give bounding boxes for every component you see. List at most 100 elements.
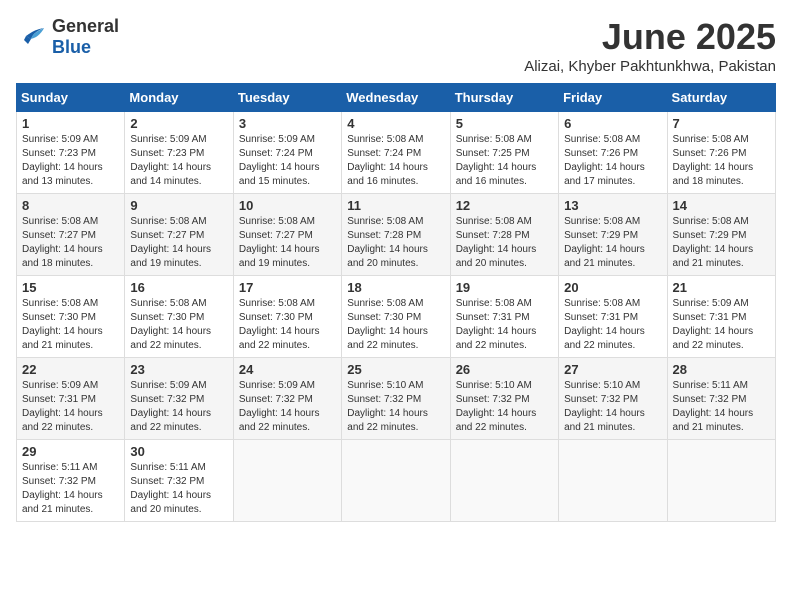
day-cell (233, 440, 341, 522)
week-row-4: 22 Sunrise: 5:09 AM Sunset: 7:31 PM Dayl… (17, 358, 776, 440)
day-info: Sunrise: 5:08 AM Sunset: 7:25 PM Dayligh… (456, 133, 553, 189)
day-number: 28 (673, 362, 770, 377)
day-info: Sunrise: 5:09 AM Sunset: 7:23 PM Dayligh… (130, 133, 227, 189)
day-info: Sunrise: 5:08 AM Sunset: 7:26 PM Dayligh… (673, 133, 770, 189)
col-header-saturday: Saturday (667, 84, 775, 112)
day-number: 14 (673, 198, 770, 213)
day-info: Sunrise: 5:08 AM Sunset: 7:24 PM Dayligh… (347, 133, 444, 189)
day-number: 5 (456, 116, 553, 131)
day-cell: 1 Sunrise: 5:09 AM Sunset: 7:23 PM Dayli… (17, 112, 125, 194)
col-header-thursday: Thursday (450, 84, 558, 112)
day-cell: 28 Sunrise: 5:11 AM Sunset: 7:32 PM Dayl… (667, 358, 775, 440)
day-info: Sunrise: 5:09 AM Sunset: 7:32 PM Dayligh… (130, 379, 227, 435)
day-cell: 12 Sunrise: 5:08 AM Sunset: 7:28 PM Dayl… (450, 194, 558, 276)
col-header-friday: Friday (559, 84, 667, 112)
day-number: 4 (347, 116, 444, 131)
day-cell: 13 Sunrise: 5:08 AM Sunset: 7:29 PM Dayl… (559, 194, 667, 276)
week-row-5: 29 Sunrise: 5:11 AM Sunset: 7:32 PM Dayl… (17, 440, 776, 522)
day-info: Sunrise: 5:08 AM Sunset: 7:29 PM Dayligh… (564, 215, 661, 271)
day-info: Sunrise: 5:08 AM Sunset: 7:27 PM Dayligh… (130, 215, 227, 271)
calendar-table: SundayMondayTuesdayWednesdayThursdayFrid… (16, 83, 776, 522)
logo-text: General Blue (52, 16, 119, 58)
col-header-wednesday: Wednesday (342, 84, 450, 112)
day-cell: 20 Sunrise: 5:08 AM Sunset: 7:31 PM Dayl… (559, 276, 667, 358)
day-number: 26 (456, 362, 553, 377)
week-row-2: 8 Sunrise: 5:08 AM Sunset: 7:27 PM Dayli… (17, 194, 776, 276)
day-cell: 8 Sunrise: 5:08 AM Sunset: 7:27 PM Dayli… (17, 194, 125, 276)
day-number: 23 (130, 362, 227, 377)
day-cell: 30 Sunrise: 5:11 AM Sunset: 7:32 PM Dayl… (125, 440, 233, 522)
day-number: 17 (239, 280, 336, 295)
day-info: Sunrise: 5:08 AM Sunset: 7:27 PM Dayligh… (22, 215, 119, 271)
col-header-tuesday: Tuesday (233, 84, 341, 112)
day-cell: 6 Sunrise: 5:08 AM Sunset: 7:26 PM Dayli… (559, 112, 667, 194)
day-info: Sunrise: 5:08 AM Sunset: 7:30 PM Dayligh… (22, 297, 119, 353)
day-cell (667, 440, 775, 522)
day-number: 8 (22, 198, 119, 213)
logo-bird-icon (16, 26, 48, 48)
day-info: Sunrise: 5:11 AM Sunset: 7:32 PM Dayligh… (130, 461, 227, 517)
day-info: Sunrise: 5:08 AM Sunset: 7:28 PM Dayligh… (347, 215, 444, 271)
day-cell: 11 Sunrise: 5:08 AM Sunset: 7:28 PM Dayl… (342, 194, 450, 276)
day-number: 24 (239, 362, 336, 377)
day-info: Sunrise: 5:09 AM Sunset: 7:31 PM Dayligh… (22, 379, 119, 435)
day-cell: 17 Sunrise: 5:08 AM Sunset: 7:30 PM Dayl… (233, 276, 341, 358)
day-number: 3 (239, 116, 336, 131)
day-cell: 24 Sunrise: 5:09 AM Sunset: 7:32 PM Dayl… (233, 358, 341, 440)
day-info: Sunrise: 5:08 AM Sunset: 7:30 PM Dayligh… (130, 297, 227, 353)
day-cell: 2 Sunrise: 5:09 AM Sunset: 7:23 PM Dayli… (125, 112, 233, 194)
day-info: Sunrise: 5:08 AM Sunset: 7:31 PM Dayligh… (564, 297, 661, 353)
day-cell: 23 Sunrise: 5:09 AM Sunset: 7:32 PM Dayl… (125, 358, 233, 440)
header: General Blue June 2025 Alizai, Khyber Pa… (16, 16, 776, 75)
day-cell: 22 Sunrise: 5:09 AM Sunset: 7:31 PM Dayl… (17, 358, 125, 440)
location-title: Alizai, Khyber Pakhtunkhwa, Pakistan (524, 58, 776, 75)
day-number: 11 (347, 198, 444, 213)
day-number: 16 (130, 280, 227, 295)
day-info: Sunrise: 5:09 AM Sunset: 7:32 PM Dayligh… (239, 379, 336, 435)
day-info: Sunrise: 5:11 AM Sunset: 7:32 PM Dayligh… (673, 379, 770, 435)
day-number: 19 (456, 280, 553, 295)
day-cell: 3 Sunrise: 5:09 AM Sunset: 7:24 PM Dayli… (233, 112, 341, 194)
day-cell: 29 Sunrise: 5:11 AM Sunset: 7:32 PM Dayl… (17, 440, 125, 522)
day-number: 22 (22, 362, 119, 377)
calendar-page: General Blue June 2025 Alizai, Khyber Pa… (16, 16, 776, 522)
week-row-3: 15 Sunrise: 5:08 AM Sunset: 7:30 PM Dayl… (17, 276, 776, 358)
day-info: Sunrise: 5:08 AM Sunset: 7:27 PM Dayligh… (239, 215, 336, 271)
day-cell (450, 440, 558, 522)
day-info: Sunrise: 5:08 AM Sunset: 7:30 PM Dayligh… (347, 297, 444, 353)
day-cell: 7 Sunrise: 5:08 AM Sunset: 7:26 PM Dayli… (667, 112, 775, 194)
day-info: Sunrise: 5:11 AM Sunset: 7:32 PM Dayligh… (22, 461, 119, 517)
header-row: SundayMondayTuesdayWednesdayThursdayFrid… (17, 84, 776, 112)
day-number: 25 (347, 362, 444, 377)
day-number: 10 (239, 198, 336, 213)
day-info: Sunrise: 5:08 AM Sunset: 7:29 PM Dayligh… (673, 215, 770, 271)
day-number: 20 (564, 280, 661, 295)
day-cell: 18 Sunrise: 5:08 AM Sunset: 7:30 PM Dayl… (342, 276, 450, 358)
day-number: 29 (22, 444, 119, 459)
day-info: Sunrise: 5:10 AM Sunset: 7:32 PM Dayligh… (347, 379, 444, 435)
day-number: 2 (130, 116, 227, 131)
day-number: 21 (673, 280, 770, 295)
day-cell: 21 Sunrise: 5:09 AM Sunset: 7:31 PM Dayl… (667, 276, 775, 358)
day-info: Sunrise: 5:09 AM Sunset: 7:24 PM Dayligh… (239, 133, 336, 189)
day-info: Sunrise: 5:08 AM Sunset: 7:31 PM Dayligh… (456, 297, 553, 353)
col-header-monday: Monday (125, 84, 233, 112)
day-number: 9 (130, 198, 227, 213)
day-cell: 15 Sunrise: 5:08 AM Sunset: 7:30 PM Dayl… (17, 276, 125, 358)
day-cell: 10 Sunrise: 5:08 AM Sunset: 7:27 PM Dayl… (233, 194, 341, 276)
day-number: 13 (564, 198, 661, 213)
day-info: Sunrise: 5:10 AM Sunset: 7:32 PM Dayligh… (456, 379, 553, 435)
day-number: 1 (22, 116, 119, 131)
day-cell: 4 Sunrise: 5:08 AM Sunset: 7:24 PM Dayli… (342, 112, 450, 194)
day-info: Sunrise: 5:09 AM Sunset: 7:31 PM Dayligh… (673, 297, 770, 353)
day-number: 30 (130, 444, 227, 459)
month-title: June 2025 (524, 16, 776, 58)
title-area: June 2025 Alizai, Khyber Pakhtunkhwa, Pa… (524, 16, 776, 75)
day-number: 27 (564, 362, 661, 377)
day-info: Sunrise: 5:08 AM Sunset: 7:28 PM Dayligh… (456, 215, 553, 271)
day-number: 18 (347, 280, 444, 295)
day-cell: 5 Sunrise: 5:08 AM Sunset: 7:25 PM Dayli… (450, 112, 558, 194)
day-info: Sunrise: 5:09 AM Sunset: 7:23 PM Dayligh… (22, 133, 119, 189)
day-number: 6 (564, 116, 661, 131)
day-cell: 26 Sunrise: 5:10 AM Sunset: 7:32 PM Dayl… (450, 358, 558, 440)
